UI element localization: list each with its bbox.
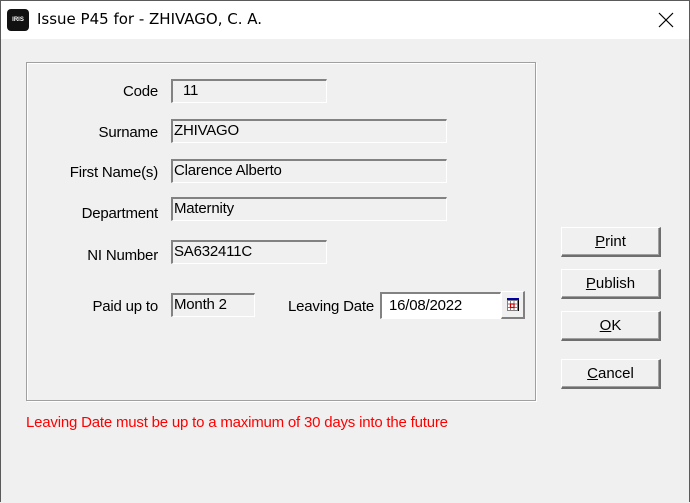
code-field[interactable]: 11 (171, 79, 327, 103)
iris-logo-icon: IRIS (7, 9, 29, 31)
paid-up-to-label: Paid up to (92, 298, 158, 315)
window-title: Issue P45 for - ZHIVAGO, C. A. (37, 10, 263, 28)
ok-button[interactable]: OK (561, 311, 661, 341)
publish-button[interactable]: Publish (561, 269, 661, 299)
first-names-label: First Name(s) (69, 164, 158, 181)
cancel-accel: C (587, 365, 598, 382)
department-field[interactable]: Maternity (171, 197, 447, 221)
print-button[interactable]: Print (561, 227, 661, 257)
surname-label: Surname (98, 124, 159, 141)
publish-label: ublish (595, 275, 636, 292)
title-bar: IRIS Issue P45 for - ZHIVAGO, C. A. (1, 1, 689, 39)
department-label: Department (81, 205, 159, 222)
calendar-icon (506, 298, 519, 311)
print-label: rint (605, 233, 626, 250)
print-accel: P (595, 233, 606, 250)
first-names-field[interactable]: Clarence Alberto (171, 159, 447, 183)
ni-number-label: NI Number (87, 247, 158, 264)
surname-field[interactable]: ZHIVAGO (171, 119, 447, 143)
cancel-button[interactable]: Cancel (561, 359, 661, 389)
cancel-label: ancel (597, 365, 634, 382)
issue-p45-dialog: IRIS Issue P45 for - ZHIVAGO, C. A. Code… (0, 0, 690, 502)
close-icon (658, 12, 674, 28)
ok-accel: O (599, 317, 612, 334)
ok-label: K (611, 317, 622, 334)
code-label: Code (122, 83, 158, 100)
leaving-date-label: Leaving Date (288, 298, 374, 315)
app-icon-text: IRIS (12, 17, 24, 23)
close-button[interactable] (643, 1, 689, 39)
date-picker-button[interactable] (501, 291, 525, 319)
employee-details-panel (26, 62, 536, 401)
publish-accel: P (585, 275, 596, 292)
ni-number-field[interactable]: SA632411C (171, 240, 327, 264)
paid-up-to-field[interactable]: Month 2 (171, 293, 255, 317)
validation-error-message: Leaving Date must be up to a maximum of … (26, 414, 448, 431)
leaving-date-input[interactable]: 16/08/2022 (380, 292, 501, 319)
